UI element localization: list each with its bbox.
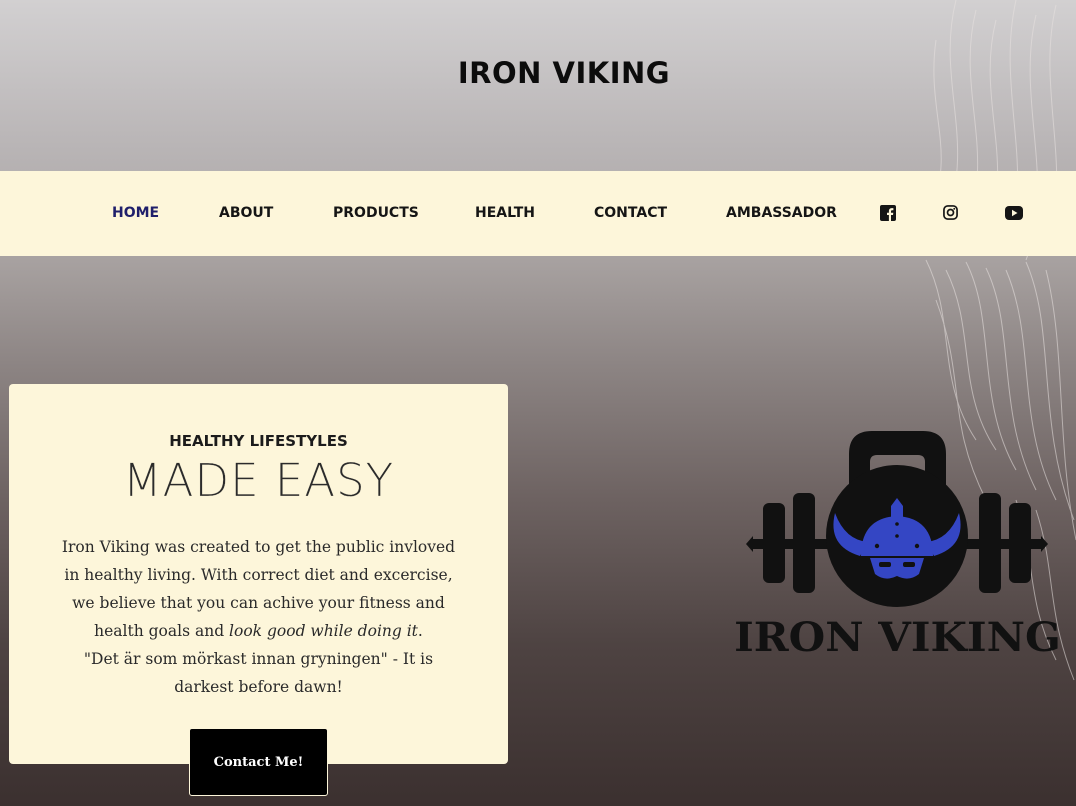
nav-contact-link[interactable]: CONTACT — [594, 205, 667, 221]
hero-kicker: HEALTHY LIFESTYLES — [169, 432, 348, 450]
nav-products-link[interactable]: PRODUCTS — [333, 205, 419, 221]
kettlebell-viking-helmet-icon — [746, 431, 1048, 607]
hero-quote: "Det är som mörkast innan gryningen" - I… — [83, 650, 434, 696]
hero-description: Iron Viking was created to get the publi… — [61, 533, 456, 701]
nav-ambassador-link[interactable]: AMBASSADOR — [726, 205, 837, 221]
facebook-icon[interactable] — [880, 205, 896, 221]
hero-description-italic: look good while doing it — [229, 622, 418, 640]
instagram-icon[interactable] — [943, 205, 958, 220]
logo-wordmark: IRON VIKING — [734, 614, 1061, 661]
main-navbar: HOME ABOUT PRODUCTS HEALTH CONTACT AMBAS… — [0, 171, 1076, 256]
hero-card: HEALTHY LIFESTYLES MADE EASY Iron Viking… — [9, 384, 508, 764]
iron-viking-logo: IRON VIKING — [734, 428, 1061, 664]
nav-home-link[interactable]: HOME — [112, 205, 159, 221]
hero-heading: MADE EASY — [122, 454, 395, 507]
nav-about-link[interactable]: ABOUT — [219, 205, 273, 221]
hair-lineart-decoration — [925, 0, 1076, 681]
site-title: IRON VIKING — [457, 56, 671, 90]
youtube-icon[interactable] — [1005, 206, 1023, 220]
nav-health-link[interactable]: HEALTH — [475, 205, 535, 221]
contact-me-button[interactable]: Contact Me! — [189, 728, 328, 796]
hero-description-end: . — [417, 622, 423, 640]
